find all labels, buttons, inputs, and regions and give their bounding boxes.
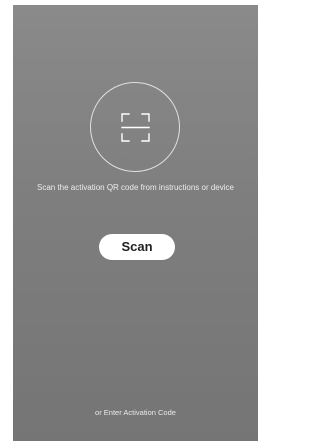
scan-screen: Scan the activation QR code from instruc… — [13, 5, 258, 441]
scan-instruction-text: Scan the activation QR code from instruc… — [37, 183, 234, 192]
qr-scan-circle — [90, 82, 180, 172]
scan-button[interactable]: Scan — [99, 234, 175, 260]
enter-activation-code-link[interactable]: or Enter Activation Code — [13, 408, 258, 418]
qr-scan-frame-icon — [121, 113, 150, 142]
